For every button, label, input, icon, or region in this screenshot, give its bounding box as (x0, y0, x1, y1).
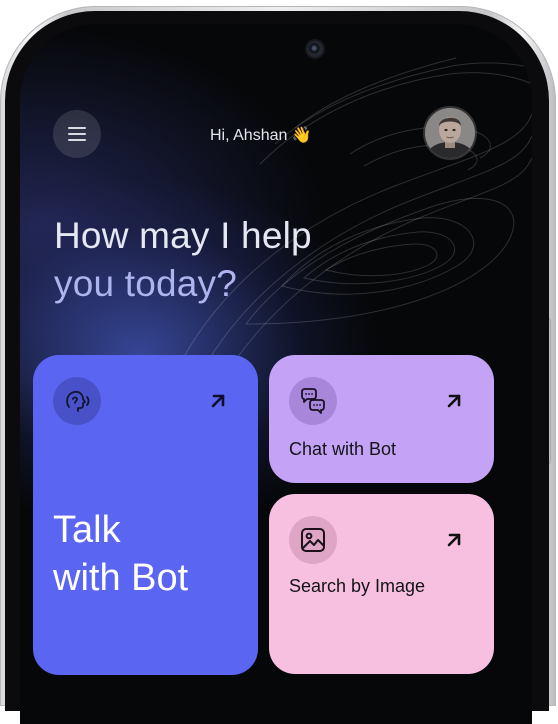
greeting-label: Hi, Ahshan (210, 127, 288, 144)
chat-card-label: Chat with Bot (289, 439, 397, 459)
speaking-head-icon (66, 390, 90, 412)
search-by-image-card[interactable]: Search by Image (269, 494, 494, 674)
talk-with-bot-card[interactable]: Talk with Bot (33, 355, 258, 675)
arrow-up-right-icon (447, 394, 461, 408)
arrow-up-right-icon (447, 533, 461, 547)
chat-icon-badge (289, 377, 337, 425)
title-line-1: How may I help (54, 215, 312, 256)
talk-icon-badge (53, 377, 101, 425)
chat-with-bot-card[interactable]: Chat with Bot (269, 355, 494, 483)
image-icon (301, 528, 325, 552)
waving-hand-icon: 👋 (291, 127, 312, 144)
menu-button[interactable] (53, 110, 101, 158)
contour-lines-decoration (169, 57, 532, 384)
chat-bubbles-icon (301, 388, 325, 414)
avatar[interactable] (425, 108, 475, 158)
talk-card-label: Talk with Bot (53, 506, 188, 602)
hamburger-menu-icon (68, 127, 86, 141)
greeting-text: Hi, Ahshan 👋 (210, 125, 312, 145)
arrow-up-right-icon (211, 394, 225, 408)
page-title: How may I help you today? (54, 212, 312, 308)
user-portrait (425, 108, 475, 158)
talk-card-label-line-1: Talk (53, 509, 121, 551)
talk-card-label-line-2: with Bot (53, 557, 189, 599)
front-camera (307, 41, 323, 57)
title-line-2: you today? (54, 263, 238, 304)
image-card-label: Search by Image (289, 576, 426, 596)
image-icon-badge (289, 516, 337, 564)
app-screen: Hi, Ahshan 👋 How may I help you today? T… (20, 24, 532, 724)
